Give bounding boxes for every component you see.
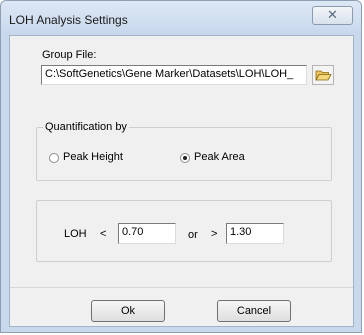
loh-high-threshold-input[interactable]: 1.30 [226, 223, 284, 244]
peak-height-radio[interactable] [49, 153, 59, 163]
loh-analysis-settings-dialog: LOH Analysis Settings ✕ Group File: C:\S… [0, 0, 362, 333]
quantification-groupbox: Quantification by Peak Height Peak Area [36, 121, 332, 181]
close-button[interactable]: ✕ [312, 6, 353, 25]
folder-open-icon [315, 70, 332, 81]
dialog-title: LOH Analysis Settings [9, 13, 128, 27]
peak-height-label[interactable]: Peak Height [63, 151, 123, 163]
dialog-body: Group File: C:\SoftGenetics\Gene Marker\… [9, 35, 354, 327]
loh-low-threshold-input[interactable]: 0.70 [118, 223, 176, 244]
cancel-button[interactable]: Cancel [217, 300, 291, 322]
group-file-path-field[interactable]: C:\SoftGenetics\Gene Marker\Datasets\LOH… [41, 65, 307, 85]
loh-threshold-groupbox: LOH < 0.70 or > 1.30 [36, 200, 332, 262]
loh-label: LOH [64, 228, 87, 240]
browse-folder-button[interactable] [312, 65, 334, 85]
ok-button[interactable]: Ok [91, 300, 165, 322]
close-icon: ✕ [327, 8, 338, 23]
greater-than-symbol: > [211, 228, 218, 240]
peak-area-radio[interactable] [180, 153, 190, 163]
or-label: or [188, 229, 198, 241]
title-bar[interactable]: LOH Analysis Settings ✕ [1, 1, 361, 35]
footer-divider [10, 287, 353, 288]
less-than-symbol: < [100, 228, 107, 240]
peak-area-label[interactable]: Peak Area [194, 151, 245, 163]
group-file-label: Group File: [42, 49, 97, 61]
quantification-legend: Quantification by [43, 121, 129, 133]
